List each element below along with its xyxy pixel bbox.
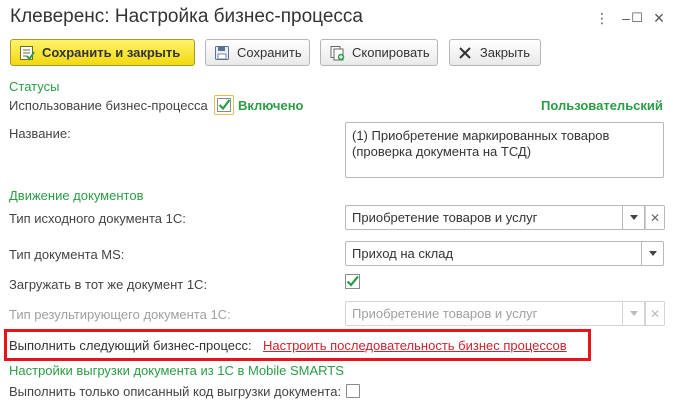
dropdown-arrow-icon: [629, 215, 638, 220]
result-doc-dropdown: [623, 301, 645, 326]
ms-doc-dropdown[interactable]: [642, 241, 664, 266]
checkmark-icon: [217, 98, 231, 112]
maximize-icon[interactable]: ☐: [627, 8, 647, 28]
save-and-close-label: Сохранить и закрыть: [42, 45, 181, 60]
source-doc-dropdown[interactable]: [623, 205, 645, 230]
section-export: Настройки выгрузки документа из 1С в Mob…: [9, 363, 344, 378]
dropdown-arrow-icon: [648, 251, 657, 256]
close-icon[interactable]: ×: [649, 8, 669, 28]
result-doc-value: Приобретение товаров и услуг: [345, 301, 623, 326]
more-icon[interactable]: ⋮: [592, 8, 612, 28]
name-field[interactable]: (1) Приобретение маркированных товаров (…: [345, 122, 664, 178]
usage-checkbox[interactable]: [214, 95, 234, 115]
name-label: Название:: [9, 126, 71, 141]
section-statuses: Статусы: [9, 79, 60, 94]
result-doc-select: Приобретение товаров и услуг ✕: [345, 301, 665, 326]
ms-doc-select[interactable]: Приход на склад: [345, 241, 664, 266]
floppy-icon: [214, 45, 230, 61]
close-x-icon: [458, 45, 473, 61]
copy-label: Скопировать: [352, 45, 430, 60]
source-doc-select[interactable]: Приобретение товаров и услуг ✕: [345, 205, 665, 230]
load-same-checkbox[interactable]: [345, 274, 361, 290]
clear-x-icon: ✕: [649, 210, 661, 225]
copy-icon: [329, 45, 345, 61]
section-documents: Движение документов: [9, 188, 144, 203]
result-doc-clear: ✕: [645, 301, 665, 326]
save-close-icon: [19, 45, 35, 61]
usage-value: Включено: [238, 98, 304, 113]
only-described-label: Выполнить только описанный код выгрузки …: [9, 384, 342, 399]
close-button[interactable]: Закрыть: [449, 39, 541, 66]
save-label: Сохранить: [237, 45, 302, 60]
copy-button[interactable]: Скопировать: [320, 39, 438, 66]
next-process-label: Выполнить следующий бизнес-процесс:: [9, 338, 252, 353]
dropdown-arrow-icon: [629, 311, 638, 316]
process-type: Пользовательский: [541, 98, 663, 113]
load-same-label: Загружать в тот же документ 1С:: [9, 277, 208, 292]
usage-label: Использование бизнес-процесса: [9, 98, 208, 113]
save-and-close-button[interactable]: Сохранить и закрыть: [10, 39, 195, 66]
clear-x-icon: ✕: [649, 306, 661, 321]
window-title: Клеверенс: Настройка бизнес-процесса: [10, 6, 363, 27]
ms-doc-label: Тип документа MS:: [9, 247, 125, 262]
source-doc-label: Тип исходного документа 1С:: [9, 211, 186, 226]
close-label: Закрыть: [479, 45, 530, 60]
ms-doc-value[interactable]: Приход на склад: [345, 241, 642, 266]
result-doc-label: Тип результирующего документа 1С:: [9, 307, 231, 322]
checkmark-icon: [345, 274, 360, 289]
source-doc-value[interactable]: Приобретение товаров и услуг: [345, 205, 623, 230]
configure-sequence-link[interactable]: Настроить последовательность бизнес проц…: [263, 338, 567, 353]
save-button[interactable]: Сохранить: [205, 39, 310, 66]
only-described-checkbox[interactable]: [346, 384, 360, 398]
source-doc-clear[interactable]: ✕: [645, 205, 665, 230]
